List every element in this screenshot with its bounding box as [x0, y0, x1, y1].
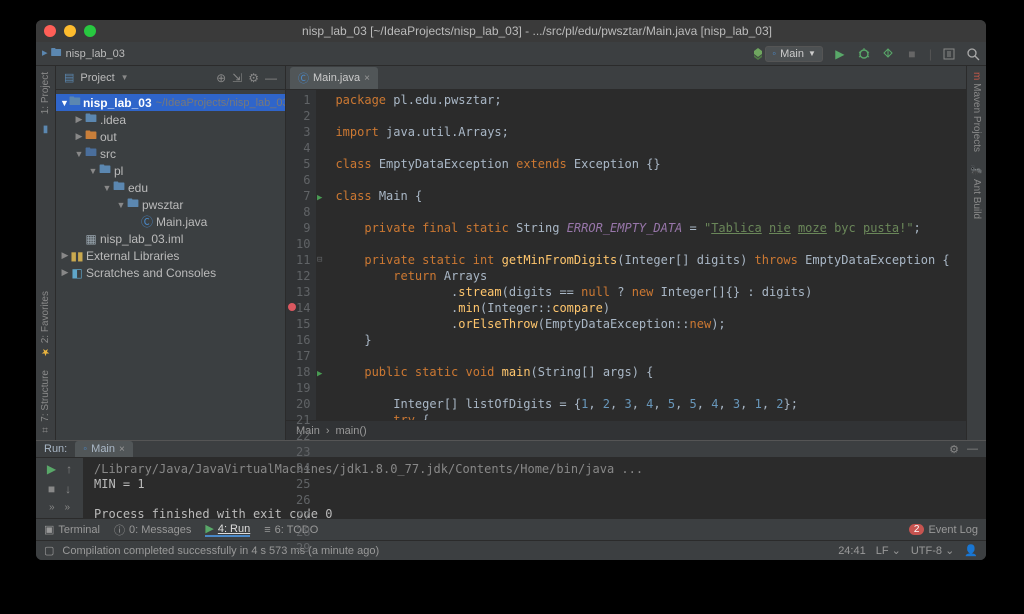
- stop-run-button[interactable]: ■: [48, 482, 55, 496]
- run-main-gutter-icon[interactable]: ▶: [317, 366, 322, 382]
- run-config-icon: ◦: [83, 443, 87, 455]
- bookmark-icon[interactable]: ▮: [43, 124, 49, 135]
- terminal-icon: ▣: [44, 523, 54, 536]
- run-label: Run:: [44, 443, 67, 455]
- traffic-lights: [44, 25, 96, 37]
- gear-icon[interactable]: ⚙: [949, 443, 959, 456]
- coverage-button[interactable]: [881, 47, 895, 61]
- tree-iml[interactable]: ▦nisp_lab_03.iml: [56, 230, 285, 247]
- hide-icon[interactable]: —: [265, 71, 277, 85]
- crumb-method[interactable]: main(): [336, 425, 367, 437]
- stripe-structure[interactable]: ⌗ 7: Structure: [40, 370, 52, 434]
- close-icon[interactable]: ×: [119, 444, 125, 455]
- status-bar: ▢ Compilation completed successfully in …: [36, 540, 986, 560]
- run-config-selector[interactable]: ◦ Main ▼: [765, 46, 823, 62]
- close-window-button[interactable]: [44, 25, 56, 37]
- bottom-tool-strip: ▣ Terminal ⓘ 0: Messages ▶ 4: Run ≡ 6: T…: [36, 518, 986, 540]
- run-tab-label: Main: [91, 443, 115, 455]
- tool-run[interactable]: ▶ 4: Run: [205, 522, 250, 537]
- chevron-down-icon[interactable]: ▼: [121, 73, 129, 82]
- editor-tabs: Ⓒ Main.java ×: [286, 66, 966, 90]
- navigation-bar: ▸ 🖿 nisp_lab_03 ◦ Main ▼ ▶ ■ |: [36, 42, 986, 66]
- project-panel-title[interactable]: Project: [80, 72, 114, 84]
- todo-icon: ≡: [264, 524, 270, 536]
- tree-scratches[interactable]: ▶◧Scratches and Consoles: [56, 264, 285, 281]
- tree-main-java[interactable]: ⒸMain.java: [56, 213, 285, 230]
- stripe-ant[interactable]: 🐜 Ant Build: [971, 164, 982, 219]
- left-tool-stripe: 1: Project ▮ ★ 2: Favorites ⌗ 7: Structu…: [36, 66, 56, 440]
- editor-area: Ⓒ Main.java × 1 2 3 4 5 6 7▶ 8 9 10 11: [286, 66, 966, 440]
- editor-breadcrumbs[interactable]: Main › main(): [286, 420, 966, 440]
- minimize-window-button[interactable]: [64, 25, 76, 37]
- stripe-maven[interactable]: m Maven Projects: [971, 72, 982, 152]
- stop-button[interactable]: ■: [905, 47, 919, 61]
- tree-edu[interactable]: ▼🖿edu: [56, 179, 285, 196]
- tree-root-name: nisp_lab_03: [83, 96, 152, 110]
- chevron-down-icon: ▼: [808, 49, 816, 58]
- gear-icon[interactable]: ⚙: [248, 71, 259, 85]
- line-separator[interactable]: LF ⌄: [876, 544, 901, 557]
- breakpoint-icon[interactable]: [288, 303, 296, 311]
- tree-root-path: ~/IdeaProjects/nisp_lab_03: [156, 97, 285, 109]
- tree-ext-libs[interactable]: ▶▮▮External Libraries: [56, 247, 285, 264]
- run-tool-window: Run: ◦ Main × ⚙ — ▶ ↑ ■ ↓ »: [36, 440, 986, 518]
- file-encoding[interactable]: UTF-8 ⌄: [911, 544, 954, 557]
- run-gutter-icon[interactable]: ▶: [317, 190, 322, 206]
- zoom-window-button[interactable]: [84, 25, 96, 37]
- project-tool-window: ▤ Project ▼ ⊕ ⇲ ⚙ — ▼🖿 nisp_lab_03 ~/Ide…: [56, 66, 286, 440]
- status-toggle-icon[interactable]: ▢: [44, 544, 54, 557]
- down-button[interactable]: ↓: [65, 482, 71, 496]
- breadcrumb-project: nisp_lab_03: [66, 48, 125, 60]
- tree-pwsztar[interactable]: ▼🖿pwsztar: [56, 196, 285, 213]
- vcs-button[interactable]: [942, 47, 956, 61]
- window-title: nisp_lab_03 [~/IdeaProjects/nisp_lab_03]…: [96, 24, 978, 38]
- editor-gutter[interactable]: 1 2 3 4 5 6 7▶ 8 9 10 11⊟ 12 13 14 15 16: [286, 90, 317, 420]
- stripe-favorites[interactable]: ★ 2: Favorites: [40, 291, 51, 357]
- run-gutter: ▶ ↑ ■ ↓ » »: [36, 458, 84, 526]
- tool-terminal[interactable]: ▣ Terminal: [44, 523, 100, 536]
- tab-main-java[interactable]: Ⓒ Main.java ×: [290, 67, 378, 89]
- project-view-icon: ▤: [64, 71, 74, 84]
- code-editor[interactable]: package pl.edu.pwsztar; import java.util…: [317, 90, 966, 420]
- up-button[interactable]: ↑: [66, 462, 72, 476]
- run-button[interactable]: ▶: [833, 47, 847, 61]
- rerun-button[interactable]: ▶: [47, 462, 56, 476]
- tool-messages[interactable]: ⓘ 0: Messages: [114, 522, 191, 538]
- status-message: Compilation completed successfully in 4 …: [62, 545, 379, 557]
- inspection-indicator[interactable]: 👤: [964, 544, 978, 557]
- messages-icon: ⓘ: [114, 522, 125, 538]
- debug-button[interactable]: [857, 47, 871, 61]
- class-icon: Ⓒ: [298, 70, 309, 86]
- folder-icon: ▸ 🖿: [42, 44, 62, 63]
- build-icon[interactable]: [751, 47, 765, 61]
- collapse-icon[interactable]: ⇲: [232, 71, 242, 85]
- run-tab-main[interactable]: ◦ Main ×: [75, 441, 133, 457]
- hide-icon[interactable]: —: [967, 443, 978, 455]
- tree-pl[interactable]: ▼🖿pl: [56, 162, 285, 179]
- project-panel-header: ▤ Project ▼ ⊕ ⇲ ⚙ —: [56, 66, 285, 90]
- run-config-label: Main: [780, 48, 804, 60]
- tab-label: Main.java: [313, 72, 360, 84]
- ide-window: nisp_lab_03 [~/IdeaProjects/nisp_lab_03]…: [36, 20, 986, 560]
- search-everywhere-button[interactable]: [966, 47, 980, 61]
- right-tool-stripe: m Maven Projects 🐜 Ant Build: [966, 66, 986, 440]
- breadcrumb[interactable]: ▸ 🖿 nisp_lab_03: [42, 44, 125, 63]
- stripe-project[interactable]: 1: Project: [40, 72, 51, 114]
- run-icon: ▶: [205, 522, 213, 535]
- caret-position[interactable]: 24:41: [838, 545, 866, 557]
- run-console[interactable]: /Library/Java/JavaVirtualMachines/jdk1.8…: [84, 458, 986, 526]
- titlebar: nisp_lab_03 [~/IdeaProjects/nisp_lab_03]…: [36, 20, 986, 42]
- event-badge: 2: [909, 524, 925, 535]
- tree-src[interactable]: ▼🖿src: [56, 145, 285, 162]
- tool-event-log[interactable]: 2 Event Log: [909, 524, 978, 536]
- project-tree[interactable]: ▼🖿 nisp_lab_03 ~/IdeaProjects/nisp_lab_0…: [56, 90, 285, 285]
- more-button[interactable]: »: [49, 502, 55, 513]
- run-config-icon: ◦: [772, 48, 776, 60]
- target-icon[interactable]: ⊕: [216, 71, 226, 85]
- more2-button[interactable]: »: [65, 502, 71, 513]
- close-tab-icon[interactable]: ×: [364, 73, 370, 84]
